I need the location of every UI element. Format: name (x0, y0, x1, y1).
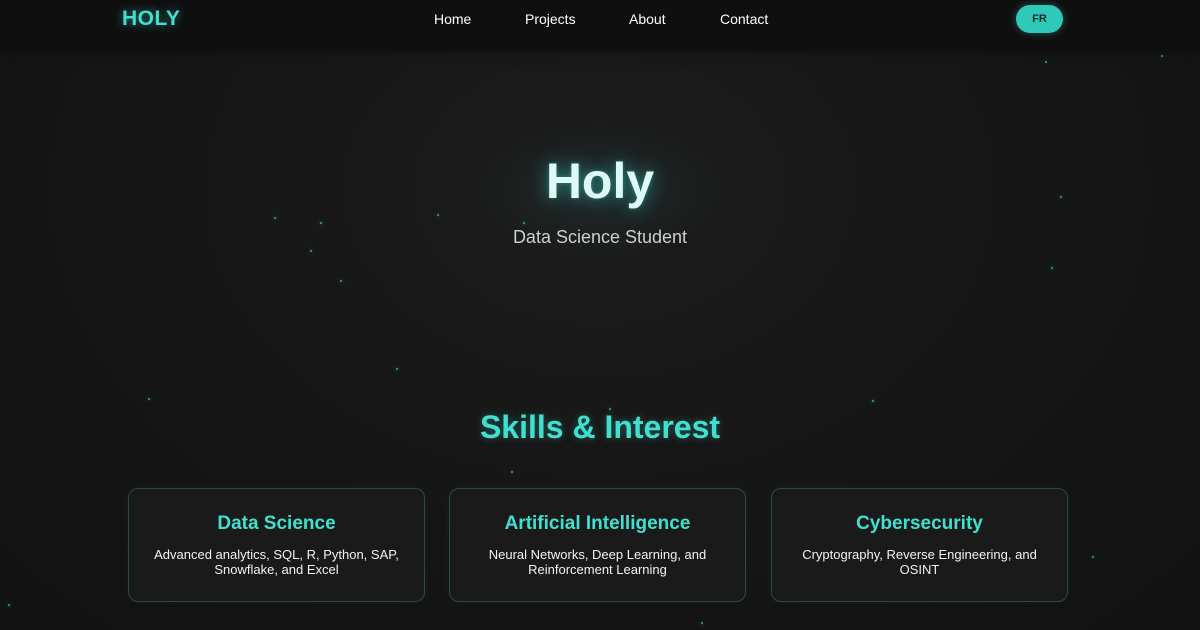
particle (274, 217, 276, 219)
language-toggle-button[interactable]: FR (1016, 5, 1063, 33)
hero-subtitle: Data Science Student (512, 227, 688, 247)
navbar: HOLY Home Projects About Contact FR (0, 0, 1200, 49)
skill-card-description: Cryptography, Reverse Engineering, and O… (802, 547, 1037, 577)
particle (701, 622, 703, 624)
particle (8, 604, 10, 606)
skill-card-data-science[interactable]: Data Science Advanced analytics, SQL, R,… (128, 488, 425, 602)
particle (310, 250, 312, 252)
skill-card-description: Neural Networks, Deep Learning, and Rein… (488, 547, 707, 577)
particle (396, 368, 398, 370)
particle (340, 280, 342, 282)
nav-link-home[interactable]: Home (434, 11, 471, 27)
hero-title: Holy (545, 153, 655, 209)
particle (872, 400, 874, 402)
particle (148, 398, 150, 400)
skill-card-title: Data Science (217, 513, 336, 534)
particle (1045, 61, 1047, 63)
skill-card-cybersecurity[interactable]: Cybersecurity Cryptography, Reverse Engi… (771, 488, 1068, 602)
skill-card-title: Cybersecurity (856, 513, 983, 534)
nav-link-contact[interactable]: Contact (720, 11, 768, 27)
nav-link-projects[interactable]: Projects (525, 11, 576, 27)
particle (511, 471, 513, 473)
skill-card-title: Artificial Intelligence (504, 513, 691, 534)
page: HOLY Home Projects About Contact FR Holy… (0, 0, 1200, 630)
skill-card-artificial-intelligence[interactable]: Artificial Intelligence Neural Networks,… (449, 488, 746, 602)
skill-card-description: Advanced analytics, SQL, R, Python, SAP,… (154, 547, 399, 577)
skills-title: Skills & Interest (479, 409, 721, 445)
particle (1051, 267, 1053, 269)
particle (320, 222, 322, 224)
particle (437, 214, 439, 216)
particle (1092, 556, 1094, 558)
nav-link-about[interactable]: About (629, 11, 666, 27)
particle (1161, 55, 1163, 57)
